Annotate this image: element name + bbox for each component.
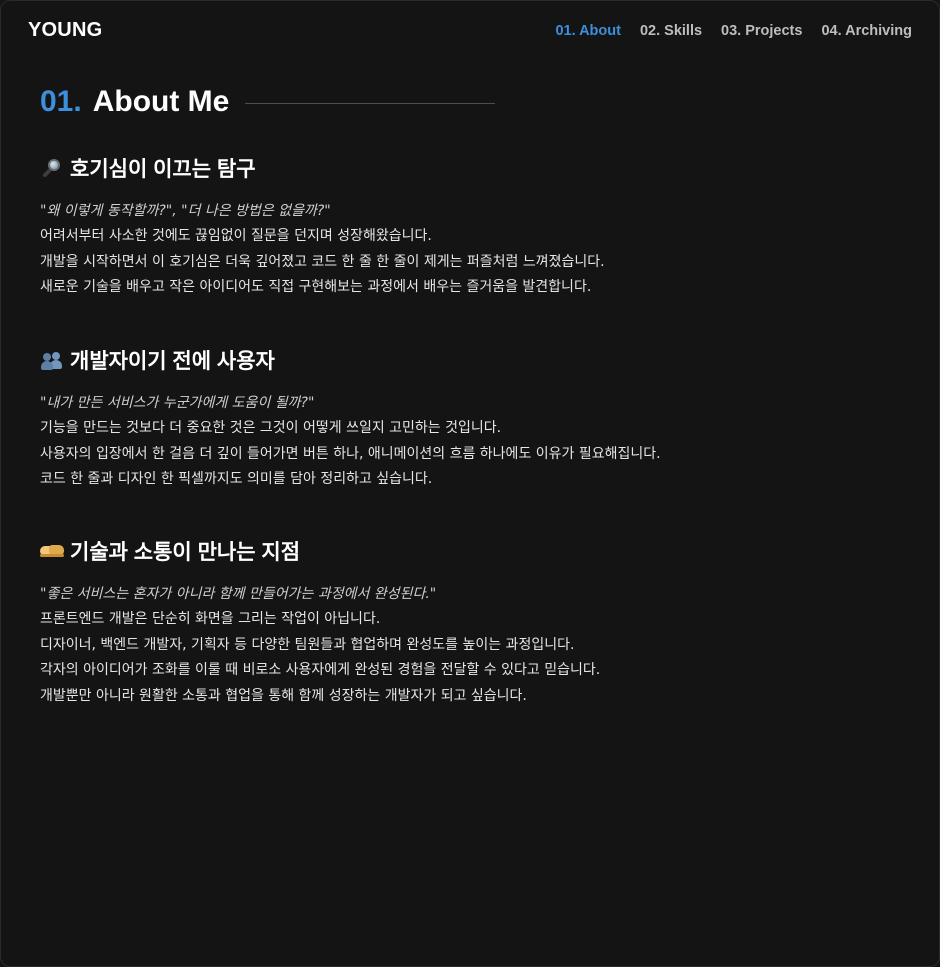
block-quote: "내가 만든 서비스가 누군가에게 도움이 될까?" [40,395,315,411]
block-heading: 개발자이기 전에 사용자 [40,345,920,375]
handshake-icon [40,540,64,562]
section-divider [245,102,496,104]
block-text-line: 새로운 기술을 배우고 작은 아이디어도 직접 구현해보는 과정에서 배우는 즐… [40,279,592,295]
magnifying-glass-icon [40,157,64,179]
main-nav: 01. About 02. Skills 03. Projects 04. Ar… [555,23,912,39]
block-heading: 호기심이 이끄는 탐구 [40,153,920,183]
top-navigation-bar: YOUNG 01. About 02. Skills 03. Projects … [1,1,939,63]
block-heading: 기술과 소통이 만나는 지점 [40,536,920,566]
block-text-line: 프론트엔드 개발은 단순히 화면을 그리는 작업이 아닙니다. [40,611,381,627]
about-block-collaboration: 기술과 소통이 만나는 지점 "좋은 서비스는 혼자가 아니라 함께 만들어가는… [40,536,920,709]
block-quote: "왜 이렇게 동작할까?", "더 나은 방법은 없을까?" [40,203,331,219]
about-block-user: 개발자이기 전에 사용자 "내가 만든 서비스가 누군가에게 도움이 될까?" … [40,345,920,493]
section-number: 01. [40,85,82,118]
block-text-line: 디자이너, 백엔드 개발자, 기획자 등 다양한 팀원들과 협업하며 완성도를 … [40,636,575,653]
block-text-line: 기능을 만드는 것보다 더 중요한 것은 그것이 어떻게 쓰일지 고민하는 것입… [40,420,502,436]
block-quote: "좋은 서비스는 혼자가 아니라 함께 만들어가는 과정에서 완성된다." [40,586,437,602]
section-heading: 01. About Me [40,85,496,119]
block-text-line: 사용자의 입장에서 한 걸음 더 깊이 들어가면 버튼 하나, 애니메이션의 흐… [40,445,661,462]
block-heading-text: 개발자이기 전에 사용자 [70,350,275,373]
block-text-line: 어려서부터 사소한 것에도 끊임없이 질문을 던지며 성장해왔습니다. [40,228,432,244]
nav-link-projects[interactable]: 03. Projects [721,23,802,39]
block-text-line: 개발뿐만 아니라 원활한 소통과 협업을 통해 함께 성장하는 개발자가 되고 … [40,687,527,704]
about-block-curiosity: 호기심이 이끄는 탐구 "왜 이렇게 동작할까?", "더 나은 방법은 없을까… [40,153,920,301]
people-icon [40,349,64,371]
block-text-line: 각자의 아이디어가 조화를 이룰 때 비로소 사용자에게 완성된 경험을 전달할… [40,662,601,678]
section-title: About Me [92,85,230,118]
site-logo[interactable]: YOUNG [28,19,102,42]
portfolio-window: { "header": { "logo": "YOUNG", "nav": [ … [0,0,940,967]
nav-link-archiving[interactable]: 04. Archiving [821,23,912,39]
block-text-line: 코드 한 줄과 디자인 한 픽셀까지도 의미를 담아 정리하고 싶습니다. [40,471,433,487]
block-text-line: 개발을 시작하면서 이 호기심은 더욱 깊어졌고 코드 한 줄 한 줄이 제게는… [40,253,605,270]
block-heading-text: 기술과 소통이 만나는 지점 [70,541,301,564]
block-heading-text: 호기심이 이끄는 탐구 [70,158,256,181]
nav-link-about[interactable]: 01. About [555,23,621,39]
nav-link-skills[interactable]: 02. Skills [640,23,702,39]
